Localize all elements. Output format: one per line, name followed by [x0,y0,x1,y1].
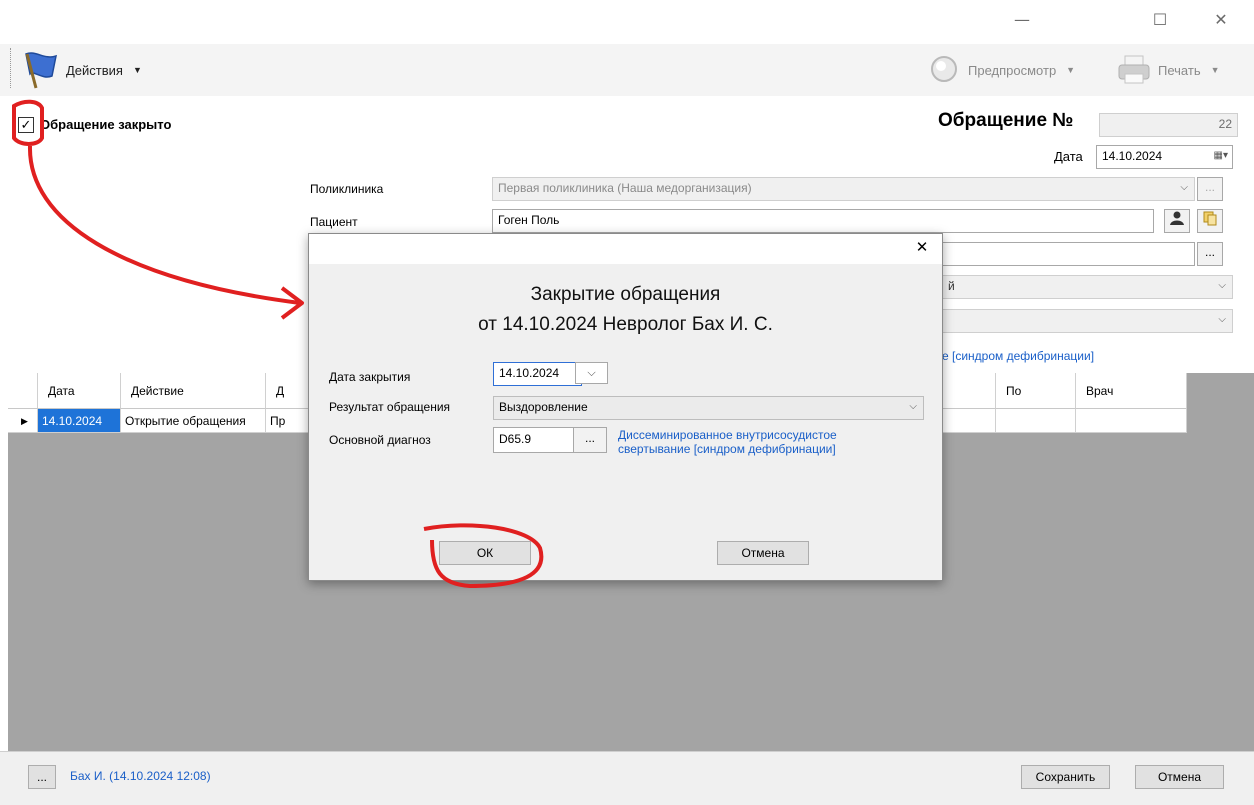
cell-action[interactable]: Открытие обращения [121,409,266,433]
dropdown-3-value: й [948,279,955,293]
diagnosis-code-field[interactable]: D65.9 [493,427,574,453]
chevron-down-icon: ▼ [1066,65,1076,75]
ok-button[interactable]: ОК [439,541,531,565]
dialog-cancel-button[interactable]: Отмена [717,541,809,565]
cell-doctor[interactable] [1076,409,1187,433]
date-label: Дата [1054,149,1083,164]
close-date-dropdown-button[interactable]: ⌵ [575,362,608,384]
grid-header-indicator [8,373,38,409]
printer-icon [1118,55,1150,84]
dropdown-4[interactable]: ⌵ [942,309,1233,333]
result-label: Результат обращения [329,400,451,414]
magnifier-icon [931,56,957,82]
chevron-down-icon: ▼ [1210,65,1220,75]
result-value: Выздоровление [499,400,588,414]
diagnosis-text-link[interactable]: Диссеминированное внутрисосудистое сверт… [618,428,888,456]
case-title: Обращение № [938,110,1074,131]
maximize-button[interactable]: ☐ [1140,8,1180,32]
diagnosis-browse-button[interactable]: ... [573,427,607,453]
chevron-down-icon: ⌵ [1180,182,1188,193]
polyclinic-dropdown: Первая поликлиника (Наша медорганизация)… [492,177,1195,201]
minimize-button[interactable]: — [1002,8,1042,32]
closed-checkbox-label: Обращение закрыто [40,117,172,132]
chevron-down-icon: ▼ [132,65,142,75]
chevron-down-icon: ⌵ [1218,280,1226,291]
toolbar: Действия ▼ Предпросмотр ▼ Печать ▼ [0,44,1254,96]
result-dropdown[interactable]: Выздоровление ⌵ [493,396,924,420]
dropdown-3[interactable]: й ⌵ [942,275,1233,299]
patient-label: Пациент [310,215,358,229]
author-link[interactable]: Бах И. (14.10.2024 12:08) [70,769,211,783]
dialog-subtitle: от 14.10.2024 Невролог Бах И. С. [478,314,773,335]
preview-label: Предпросмотр [968,62,1057,78]
save-button[interactable]: Сохранить [1021,765,1110,789]
cell-date[interactable]: 14.10.2024 [38,409,121,433]
chevron-down-icon: ⌵ [909,401,917,412]
polyclinic-value: Первая поликлиника (Наша медорганизация) [498,181,752,195]
col-doctor[interactable]: Врач [1076,373,1187,409]
dialog-close-button[interactable]: ✕ [907,238,937,260]
patient-copy-button[interactable] [1197,209,1223,233]
toolbar-grip [10,48,12,88]
browse-button-2[interactable]: ... [1197,242,1223,266]
author-browse-button[interactable]: ... [28,765,56,789]
close-date-field[interactable]: 14.10.2024 [493,362,582,386]
date-field[interactable]: 14.10.2024 ▦▾ [1096,145,1233,169]
polyclinic-label: Поликлиника [310,182,384,196]
actions-label: Действия [66,62,123,78]
polyclinic-browse-button: ... [1197,177,1223,201]
row-indicator-icon: ▶ [8,409,38,433]
cancel-button[interactable]: Отмена [1135,765,1224,789]
annotation-arrow-line [27,145,301,305]
col-action[interactable]: Действие [121,373,266,409]
actions-menu[interactable]: Действия ▼ [22,44,142,96]
patient-card-button[interactable] [1164,209,1190,233]
calendar-icon[interactable]: ▦▾ [1214,146,1228,166]
preview-menu[interactable]: Предпросмотр ▼ [928,44,1075,96]
dialog-titlebar [309,234,942,264]
chevron-down-icon: ⌵ [1218,314,1226,325]
hidden-field-1[interactable] [942,242,1195,266]
close-window-button[interactable]: ✕ [1201,8,1241,32]
person-icon [1170,211,1184,225]
diagnosis-link-fragment[interactable]: е [синдром дефибринации] [942,349,1094,363]
cell-po[interactable] [996,409,1076,433]
col-date[interactable]: Дата [38,373,121,409]
close-case-dialog: ✕ Закрытие обращения от 14.10.2024 Невро… [308,233,943,581]
closed-checkbox[interactable]: ✓ [18,117,34,133]
diagnosis-label: Основной диагноз [329,433,431,447]
flag-icon [25,52,57,89]
case-number-field: 22 [1099,113,1238,137]
col-po[interactable]: По [996,373,1076,409]
chevron-down-icon: ⌵ [587,367,596,379]
copy-icon [1203,211,1217,226]
annotation-arrow-head [280,286,304,320]
dialog-title: Закрытие обращения [530,284,721,305]
close-date-label: Дата закрытия [329,370,411,384]
print-label: Печать [1158,62,1201,78]
print-menu[interactable]: Печать ▼ [1116,44,1220,96]
date-value: 14.10.2024 [1102,149,1163,163]
patient-field[interactable]: Гоген Поль [492,209,1154,233]
